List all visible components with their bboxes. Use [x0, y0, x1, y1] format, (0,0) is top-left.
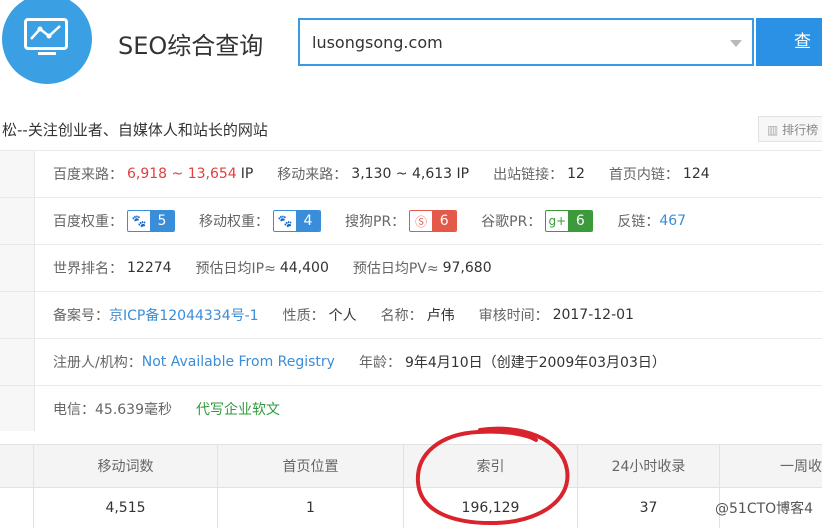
backlink-label: 反链： — [617, 214, 660, 230]
table-header-cell: 首页位置 — [218, 445, 404, 487]
google-pr-value: 6 — [568, 211, 593, 231]
info-row-rank: 世界排名： 12274 预估日均IP≈ 44,400 预估日均PV≈ 97,680 — [0, 244, 822, 291]
chart-icon — [24, 18, 68, 50]
google-pr-badge[interactable]: g+ 6 — [545, 210, 594, 232]
table-cell[interactable]: 196,129 — [404, 488, 578, 528]
mobile-weight-badge[interactable]: 🐾 4 — [273, 210, 321, 232]
name-label: 名称： — [380, 308, 423, 324]
paw-icon: 🐾 — [131, 214, 147, 228]
info-row-icp: 备案号： 京ICP备12044334号-1 性质： 个人 名称： 卢伟 审核时间： 20… — [0, 291, 822, 338]
table-cell[interactable]: 1 — [218, 488, 404, 528]
daily-pv-value: 97,680 — [442, 260, 492, 276]
internal-links-label: 首页内链： — [608, 167, 679, 183]
rank-chart-icon: ▥ — [767, 123, 779, 137]
age-value: 9年4月10日（创建于2009年03月03日） — [404, 355, 666, 371]
telecom-speed: 电信：45.639毫秒 — [53, 401, 172, 418]
dropdown-arrow-icon[interactable] — [730, 40, 742, 47]
backlink-value[interactable]: 467 — [659, 213, 686, 229]
rank-button[interactable]: ▥ 排行榜 — [758, 116, 822, 142]
table-header-row: 移动词数 首页位置 索引 24小时收录 一周收 — [0, 445, 822, 488]
baidu-traffic-unit: IP — [240, 166, 254, 182]
google-pr-label: 谷歌PR： — [481, 214, 542, 230]
audit-time-value: 2017-12-01 — [552, 307, 634, 323]
stats-table: 移动词数 首页位置 索引 24小时收录 一周收 4,515 1 196,129 … — [0, 444, 822, 528]
paw-icon: 🐾 — [277, 214, 293, 228]
daily-ip-label: 预估日均IP≈ — [195, 261, 276, 277]
info-row-registrant: 注册人/机构： Not Available From Registry 年龄： 9年… — [0, 338, 822, 385]
outbound-links-value[interactable]: 12 — [567, 166, 585, 182]
baidu-traffic-label: 百度来路： — [53, 167, 123, 183]
search-input[interactable] — [312, 30, 712, 54]
info-row-traffic: 百度来路： 6,918 ~ 13,654 IP 移动来路： 3,130 ~ 4,613… — [0, 150, 822, 197]
icp-label: 备案号： — [53, 308, 109, 324]
registrant-link[interactable]: Not Available From Registry — [142, 354, 335, 370]
icp-link[interactable]: 京ICP备12044334号-1 — [109, 305, 259, 325]
site-description: 松--关注创业者、自媒体人和站长的网站 — [2, 121, 268, 139]
daily-ip-value: 44,400 — [279, 260, 329, 276]
mobile-weight-label: 移动权重： — [199, 214, 269, 230]
nature-value: 个人 — [328, 308, 357, 324]
baidu-weight-value: 5 — [150, 211, 174, 231]
baidu-weight-badge[interactable]: 🐾 5 — [127, 210, 175, 232]
google-plus-icon: g+ — [548, 214, 567, 228]
world-rank-value[interactable]: 12274 — [127, 260, 172, 276]
internal-links-value[interactable]: 124 — [683, 166, 710, 182]
table-header-cell: 24小时收录 — [578, 445, 720, 487]
baidu-weight-label: 百度权重： — [53, 214, 123, 230]
table-spacer — [0, 488, 34, 528]
sogou-pr-badge[interactable]: Ⓢ 6 — [409, 210, 458, 232]
mobile-weight-value: 4 — [296, 211, 320, 231]
table-row: 4,515 1 196,129 37 — [0, 488, 822, 528]
sogou-pr-label: 搜狗PR： — [345, 214, 406, 230]
registrant-label: 注册人/机构： — [53, 355, 142, 371]
age-label: 年龄： — [358, 355, 401, 371]
sogou-icon: Ⓢ — [415, 214, 428, 229]
outbound-links-label: 出站链接： — [493, 167, 564, 183]
mobile-traffic-label: 移动来路： — [277, 167, 348, 183]
name-value: 卢伟 — [426, 308, 455, 324]
watermark: @51CTO博客4 — [715, 501, 814, 517]
sogou-pr-value: 6 — [432, 211, 457, 231]
search-box[interactable] — [298, 18, 754, 66]
mobile-traffic-value: 3,130 ~ 4,613 IP — [351, 166, 470, 182]
info-row-telecom: 电信：45.639毫秒 代写企业软文 — [0, 385, 822, 431]
baidu-traffic-value: 6,918 ~ 13,654 — [127, 166, 237, 182]
monitor-stand — [38, 52, 56, 55]
page-title: SEO综合查询 — [118, 32, 264, 60]
info-row-weights: 百度权重： 🐾 5 移动权重： 🐾 4 搜狗PR： Ⓢ 6 谷歌PR： g+ 6 反链：… — [0, 197, 822, 244]
rank-button-label: 排行榜 — [782, 123, 819, 137]
table-spacer — [0, 445, 34, 487]
ad-link[interactable]: 代写企业软文 — [196, 399, 280, 419]
nature-label: 性质： — [282, 308, 325, 324]
table-header-cell: 移动词数 — [34, 445, 218, 487]
daily-pv-label: 预估日均PV≈ — [352, 261, 439, 277]
logo[interactable] — [2, 0, 92, 84]
audit-time-label: 审核时间： — [478, 308, 549, 324]
world-rank-label: 世界排名： — [53, 261, 123, 277]
seo-info-panel: 百度来路： 6,918 ~ 13,654 IP 移动来路： 3,130 ~ 4,613… — [0, 150, 822, 431]
table-cell[interactable]: 37 — [578, 488, 720, 528]
search-button[interactable]: 查 — [756, 18, 822, 66]
table-header-cell: 一周收 — [780, 459, 822, 475]
table-header-cell: 索引 — [404, 445, 578, 487]
table-cell[interactable]: 4,515 — [34, 488, 218, 528]
